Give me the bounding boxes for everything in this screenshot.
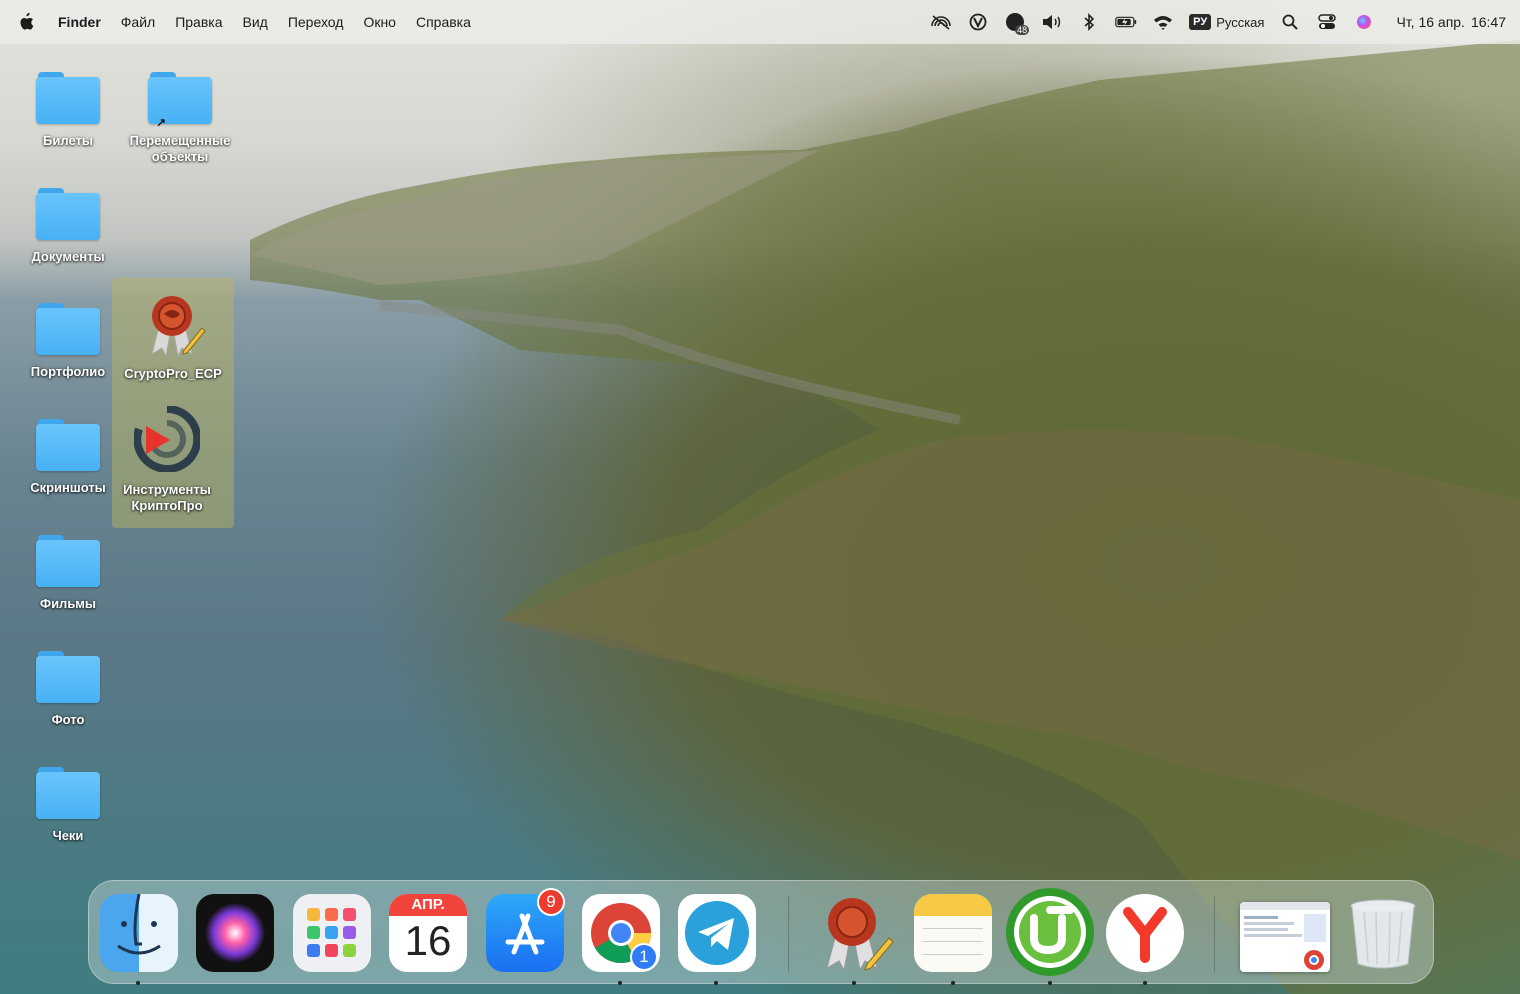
folder-icon — [36, 188, 100, 240]
menu-go[interactable]: Переход — [288, 14, 344, 30]
dock-siri-icon[interactable] — [196, 894, 274, 972]
input-source[interactable]: РУ Русская — [1189, 14, 1264, 30]
dock-separator — [788, 896, 789, 972]
folder-icon — [36, 767, 100, 819]
desktop-folder-label: Фото — [51, 712, 85, 727]
dock-trash-icon[interactable] — [1344, 894, 1422, 972]
input-source-code: РУ — [1189, 14, 1212, 30]
dock-running-indicator — [852, 981, 856, 985]
vpn-icon[interactable] — [967, 13, 989, 31]
dock-cryptopro-icon[interactable] — [815, 894, 893, 972]
desktop-app-label: CryptoPro_ECP — [124, 366, 222, 381]
dock-running-indicator — [1143, 981, 1147, 985]
desktop-app-cryptopro-ecp[interactable]: CryptoPro_ECP — [118, 292, 228, 382]
desktop-app-label: Инструменты КриптоПро — [123, 482, 211, 513]
volume-icon[interactable] — [1041, 13, 1063, 31]
apple-icon[interactable] — [18, 13, 36, 31]
dock-running-indicator — [618, 981, 622, 985]
desktop-folder-label: Билеты — [43, 133, 93, 148]
dock-separator — [1214, 896, 1215, 972]
dock-running-indicator — [951, 981, 955, 985]
desktop-folder-tickets[interactable]: Билеты — [13, 72, 123, 149]
cryptopro-tools-icon — [134, 406, 200, 472]
calendar-month: АПР. — [389, 894, 467, 916]
menu-edit[interactable]: Правка — [175, 14, 222, 30]
menu-bar: Finder Файл Правка Вид Переход Окно Спра… — [0, 0, 1520, 44]
cryptopro-seal-icon — [151, 296, 206, 358]
dock-minimized-window[interactable] — [1240, 902, 1330, 972]
dock-running-indicator — [136, 981, 140, 985]
clock-date: Чт, 16 апр. — [1396, 14, 1465, 30]
desktop-folder-documents[interactable]: Документы — [13, 188, 123, 265]
desktop-folder-movies[interactable]: Фильмы — [13, 535, 123, 612]
battery-icon[interactable] — [1115, 13, 1137, 31]
menu-file[interactable]: Файл — [121, 14, 155, 30]
desktop-folder-label: Документы — [31, 249, 105, 264]
desktop-folder-label: Перемещенные объекты — [129, 133, 231, 164]
dock-yandex-browser-icon[interactable] — [1106, 894, 1184, 972]
menu-view[interactable]: Вид — [243, 14, 268, 30]
desktop-folder-moved-items[interactable]: ↗ Перемещенные объекты — [124, 72, 236, 165]
folder-icon — [36, 651, 100, 703]
calendar-day: 16 — [404, 917, 452, 964]
desktop-folder-receipts[interactable]: Чеки — [13, 767, 123, 844]
bluetooth-icon[interactable] — [1078, 13, 1100, 31]
menu-help[interactable]: Справка — [416, 14, 471, 30]
desktop-folder-portfolio[interactable]: Портфолио — [13, 303, 123, 380]
desktop-folder-label: Портфолио — [30, 364, 106, 379]
clock-time: 16:47 — [1470, 14, 1506, 30]
menu-clock[interactable]: Чт, 16 апр. 16:47 — [1390, 14, 1506, 30]
folder-icon — [36, 419, 100, 471]
input-source-name: Русская — [1216, 14, 1265, 30]
notification-badge-icon[interactable]: 48 — [1004, 13, 1030, 35]
desktop-folder-label: Фильмы — [39, 596, 97, 611]
appstore-badge: 9 — [537, 888, 565, 916]
menu-finder[interactable]: Finder — [58, 14, 101, 30]
folder-icon — [36, 72, 100, 124]
badge-count: 48 — [1015, 25, 1030, 35]
desktop-folder-photos[interactable]: Фото — [13, 651, 123, 728]
desktop-folder-screenshots[interactable]: Скриншоты — [13, 419, 123, 496]
dock-finder-icon[interactable] — [100, 894, 178, 972]
dock-notes-icon[interactable] — [914, 894, 992, 972]
dock-launchpad-icon[interactable] — [293, 894, 371, 972]
folder-icon — [36, 303, 100, 355]
siri-icon[interactable] — [1353, 13, 1375, 31]
control-center-icon[interactable] — [1316, 13, 1338, 31]
alias-folder-icon: ↗ — [148, 72, 212, 130]
airdrop-icon[interactable] — [930, 13, 952, 31]
folder-icon — [36, 535, 100, 587]
desktop-app-cryptopro-tools[interactable]: Инструменты КриптоПро — [112, 406, 222, 514]
dock-running-indicator — [1048, 981, 1052, 985]
wifi-icon[interactable] — [1152, 13, 1174, 31]
dock-telegram-icon[interactable] — [678, 894, 756, 972]
search-icon[interactable] — [1279, 13, 1301, 31]
chrome-badge: 1 — [630, 943, 658, 971]
dock-utorrent-icon[interactable] — [1006, 888, 1094, 976]
desktop-folder-label: Чеки — [52, 828, 84, 843]
dock-running-indicator — [714, 981, 718, 985]
dock — [88, 880, 1434, 984]
menu-window[interactable]: Окно — [363, 14, 396, 30]
desktop-folder-label: Скриншоты — [30, 480, 106, 495]
dock-calendar-icon[interactable]: АПР. 16 — [389, 894, 467, 972]
